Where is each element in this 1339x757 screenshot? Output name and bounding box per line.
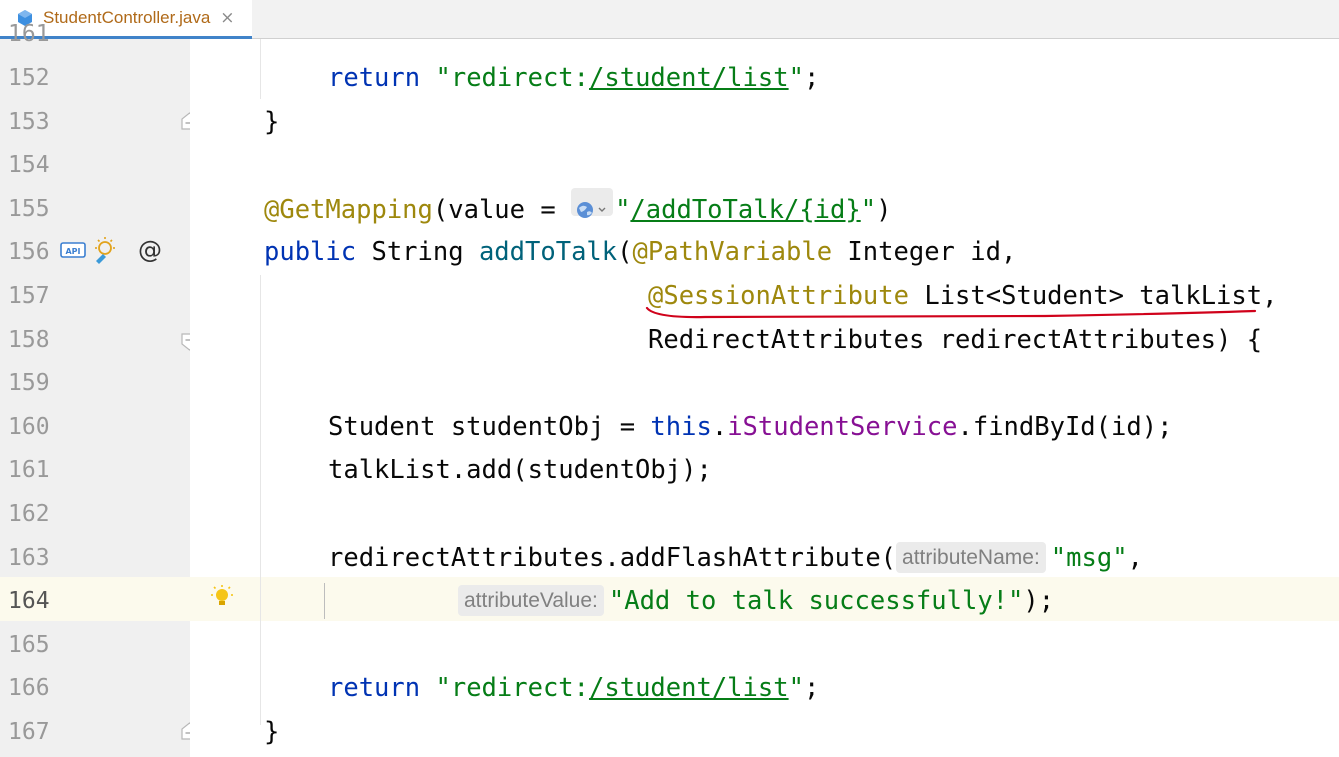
gutter-line-153: 153 xyxy=(0,101,190,145)
line-number-gutter: 161 152 153 154 155 156 157 158 159 160 … xyxy=(0,21,198,757)
code-line-164[interactable]: attributeValue: "Add to talk successfully… xyxy=(458,580,1054,624)
url-link[interactable]: /student/list xyxy=(589,673,789,703)
code-line-166: return "redirect:/student/list"; xyxy=(328,667,819,711)
code-line-167: } xyxy=(264,717,280,747)
string-literal: "Add to talk successfully!" xyxy=(608,586,1024,617)
line-number: 154 xyxy=(8,152,50,179)
gutter-line-157: 157 xyxy=(0,275,190,319)
field-name: iStudentService xyxy=(727,411,958,442)
code-text: redirectAttributes.addFlashAttribute( xyxy=(328,542,897,573)
semicolon: ; xyxy=(803,673,820,704)
line-number: 161 xyxy=(8,21,50,47)
gutter-line-167: 167 xyxy=(0,711,190,755)
string-part: " xyxy=(860,194,877,225)
parameter-hint: attributeName: xyxy=(896,541,1046,573)
line-number: 159 xyxy=(8,370,50,397)
annotation: @PathVariable xyxy=(632,237,833,268)
string-literal: "redirect:/student/list" xyxy=(435,673,803,703)
code-text: Integer id, xyxy=(832,237,1017,268)
line-number: 161 xyxy=(8,457,50,484)
parameter-hint: attributeValue: xyxy=(458,585,604,617)
intention-bulb-icon[interactable] xyxy=(92,236,118,264)
string-part: "redirect: xyxy=(435,63,590,93)
line-number-current: 164 xyxy=(8,588,50,615)
line-number: 166 xyxy=(8,675,50,702)
gutter-line-160: 160 xyxy=(0,406,190,450)
line-number: 152 xyxy=(8,65,50,91)
gutter-line-155: 155 xyxy=(0,188,190,232)
url-globe-icon[interactable] xyxy=(571,187,614,218)
close-tab-icon[interactable]: × xyxy=(220,8,234,28)
gutter-icons-line-156: API xyxy=(60,235,118,265)
line-number: 156 xyxy=(8,239,50,266)
code-text: Student studentObj = xyxy=(328,411,651,442)
keyword: public xyxy=(264,237,357,268)
code-text: ( xyxy=(617,237,633,268)
gutter-line-159: 159 xyxy=(0,362,190,406)
string-part: "redirect: xyxy=(435,673,590,704)
code-line-160: Student studentObj = this.iStudentServic… xyxy=(328,406,1172,450)
string-part: " xyxy=(788,673,804,704)
api-badge-label: API xyxy=(65,247,80,256)
gutter-line-158: 158 xyxy=(0,319,190,363)
code-editor[interactable]: return "redirect:/student/list"; } @GetM… xyxy=(190,39,1339,757)
code-text: (value = xyxy=(432,194,572,225)
annotation: @GetMapping xyxy=(264,194,433,225)
gutter-line-164: 164 xyxy=(0,580,190,624)
gutter-line-152: 152 xyxy=(0,57,190,101)
code-line-163: redirectAttributes.addFlashAttribute(att… xyxy=(328,537,1143,581)
line-number: 153 xyxy=(8,108,50,135)
code-text: . xyxy=(711,411,728,442)
url-link[interactable]: /student/list xyxy=(589,63,789,93)
code-text: ) xyxy=(876,194,892,225)
line-number: 163 xyxy=(8,544,50,571)
code-line-158: RedirectAttributes redirectAttributes) { xyxy=(648,324,1263,355)
gutter-line-154: 154 xyxy=(0,144,190,188)
code-text: , xyxy=(1127,542,1143,573)
keyword: return xyxy=(328,63,421,93)
code-line-155: @GetMapping(value = "/addToTalk/{id}") xyxy=(264,187,892,232)
url-link[interactable]: /addToTalk/{id} xyxy=(630,195,860,225)
keyword: this xyxy=(650,411,712,442)
line-number: 162 xyxy=(8,501,50,527)
line-number: 155 xyxy=(8,195,50,222)
editor-tab-bar: StudentController.java × xyxy=(0,0,1339,39)
code-line-152: return "redirect:/student/list"; xyxy=(328,57,819,101)
string-literal: "redirect:/student/list" xyxy=(435,63,803,93)
code-text: .findById(id); xyxy=(957,411,1173,442)
api-endpoint-icon[interactable]: API xyxy=(60,241,86,259)
method-name: addToTalk xyxy=(478,237,618,268)
line-number: 160 xyxy=(8,413,50,440)
gutter-line-162: 162 xyxy=(0,493,190,537)
line-number: 165 xyxy=(8,631,50,658)
lightbulb-icon[interactable] xyxy=(209,584,235,612)
semicolon: ; xyxy=(803,63,820,93)
string-part: " xyxy=(615,194,631,225)
line-number: 157 xyxy=(8,283,50,309)
code-line-153: } xyxy=(264,106,280,137)
gutter-line-163: 163 xyxy=(0,537,190,581)
red-underline-markup xyxy=(645,306,1257,319)
code-text: String xyxy=(356,237,479,268)
line-number: 158 xyxy=(8,326,50,353)
code-line-156: public String addToTalk(@PathVariable In… xyxy=(264,231,1016,275)
code-text: ); xyxy=(1023,586,1055,617)
line-number: 167 xyxy=(8,719,50,745)
gutter-line-166: 166 xyxy=(0,667,190,711)
gutter-line-165: 165 xyxy=(0,624,190,668)
indent-guide-active xyxy=(324,583,325,619)
string-part: " xyxy=(788,63,804,93)
indent-guide xyxy=(260,275,261,725)
string-literal: "/addToTalk/{id}" xyxy=(615,195,876,225)
indent-guide xyxy=(260,39,261,99)
code-line-161: talkList.add(studentObj); xyxy=(328,455,712,486)
tab-title: StudentController.java xyxy=(43,8,211,27)
gutter-line-161: 161 xyxy=(0,449,190,493)
at-symbol-icon[interactable]: @ xyxy=(138,235,162,265)
keyword: return xyxy=(328,673,421,704)
string-literal: "msg" xyxy=(1050,542,1128,573)
